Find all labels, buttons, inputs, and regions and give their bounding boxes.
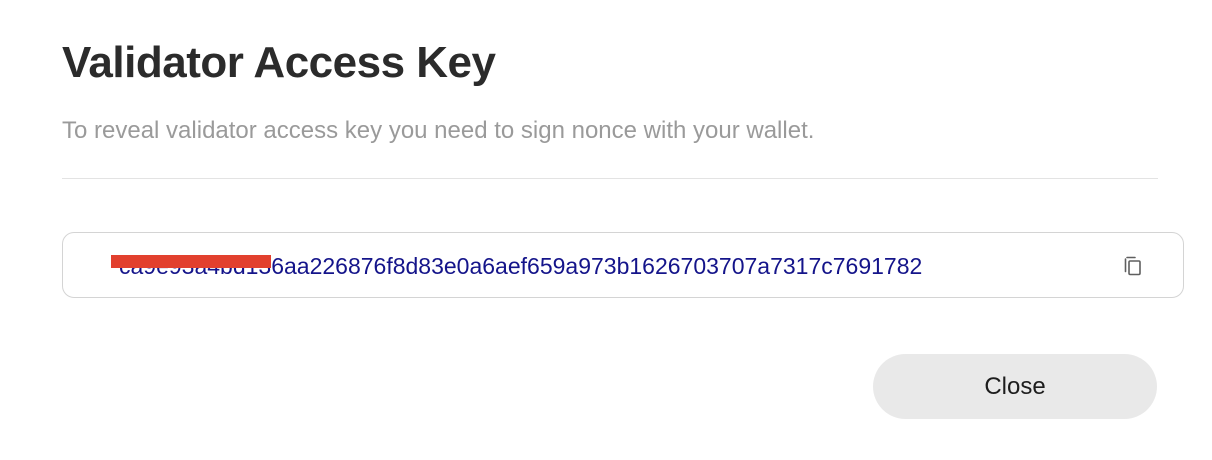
validator-access-key-dialog: Validator Access Key To reveal validator…: [0, 0, 1212, 460]
close-button[interactable]: Close: [873, 354, 1157, 419]
access-key-field[interactable]: ca9e93a4bd136aa226876f8d83e0a6aef659a973…: [62, 232, 1184, 298]
redaction-mark: [111, 255, 271, 268]
divider: [62, 178, 1158, 179]
dialog-subtitle: To reveal validator access key you need …: [62, 117, 815, 144]
dialog-title: Validator Access Key: [62, 38, 496, 87]
copy-icon[interactable]: [1121, 254, 1145, 278]
